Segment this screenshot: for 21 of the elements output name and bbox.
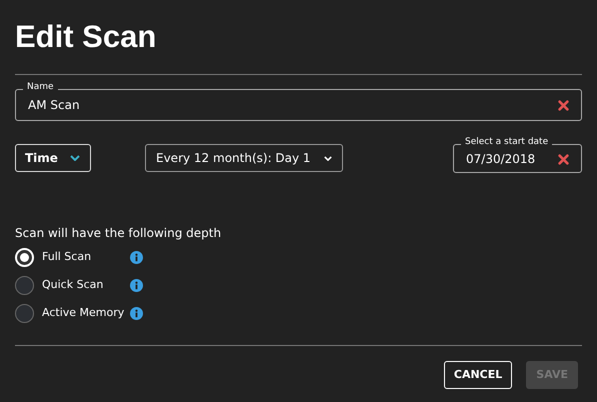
date-label: Select a start date	[461, 136, 552, 148]
info-icon[interactable]	[130, 250, 143, 264]
clear-icon[interactable]	[558, 100, 569, 110]
name-value: AM Scan	[28, 97, 80, 114]
radio-button[interactable]	[15, 276, 34, 294]
chevron-icon	[70, 155, 80, 161]
cancel-button[interactable]: CANCEL	[444, 361, 512, 389]
info-icon[interactable]	[130, 278, 143, 292]
info-icon[interactable]	[130, 306, 143, 320]
radio-label: Quick Scan	[42, 276, 104, 293]
radio-label: Active Memory	[42, 304, 126, 321]
date-value: 07/30/2018	[466, 151, 536, 168]
dialog-title: Edit Scan	[15, 18, 158, 56]
type-dropdown[interactable]: Time	[15, 144, 91, 172]
chevron-icon	[324, 156, 332, 160]
depth-prompt: Scan will have the following depth	[15, 225, 222, 241]
name-label: Name	[23, 81, 58, 93]
clear-icon[interactable]	[558, 154, 569, 164]
frequency-dropdown[interactable]: Every 12 month(s): Day 1	[145, 144, 343, 172]
radio-label: Full Scan	[42, 248, 92, 265]
radio-button[interactable]	[15, 304, 34, 322]
